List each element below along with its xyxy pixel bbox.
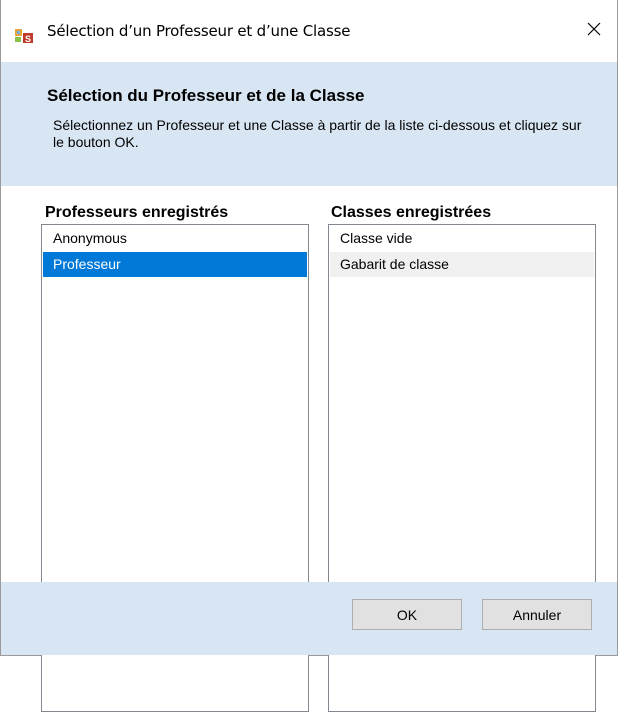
window-title: Sélection d’un Professeur et d’une Class… <box>47 22 351 40</box>
dialog-window: S Sélection d’un Professeur et d’une Cla… <box>0 0 618 712</box>
teacher-item-professeur[interactable]: Professeur <box>43 252 307 277</box>
teachers-label: Professeurs enregistrés <box>45 204 229 221</box>
svg-text:S: S <box>25 34 31 43</box>
close-icon <box>587 22 601 41</box>
title-bar[interactable]: S Sélection d’un Professeur et d’une Cla… <box>1 0 617 62</box>
header-description: Sélectionnez un Professeur et une Classe… <box>53 117 582 150</box>
cancel-button[interactable]: Annuler <box>482 599 592 630</box>
close-button[interactable] <box>571 14 617 48</box>
app-icon: S <box>14 27 34 44</box>
class-item-gabarit[interactable]: Gabarit de classe <box>330 252 594 277</box>
class-item-vide[interactable]: Classe vide <box>330 226 594 251</box>
classes-label: Classes enregistrées <box>331 204 492 221</box>
dialog-header: Sélection du Professeur et de la Classe … <box>1 62 617 186</box>
ok-button[interactable]: OK <box>352 599 462 630</box>
teacher-item-anonymous[interactable]: Anonymous <box>43 226 307 251</box>
header-title: Sélection du Professeur et de la Classe <box>47 86 365 105</box>
dialog-footer: OK Annuler <box>1 582 617 655</box>
